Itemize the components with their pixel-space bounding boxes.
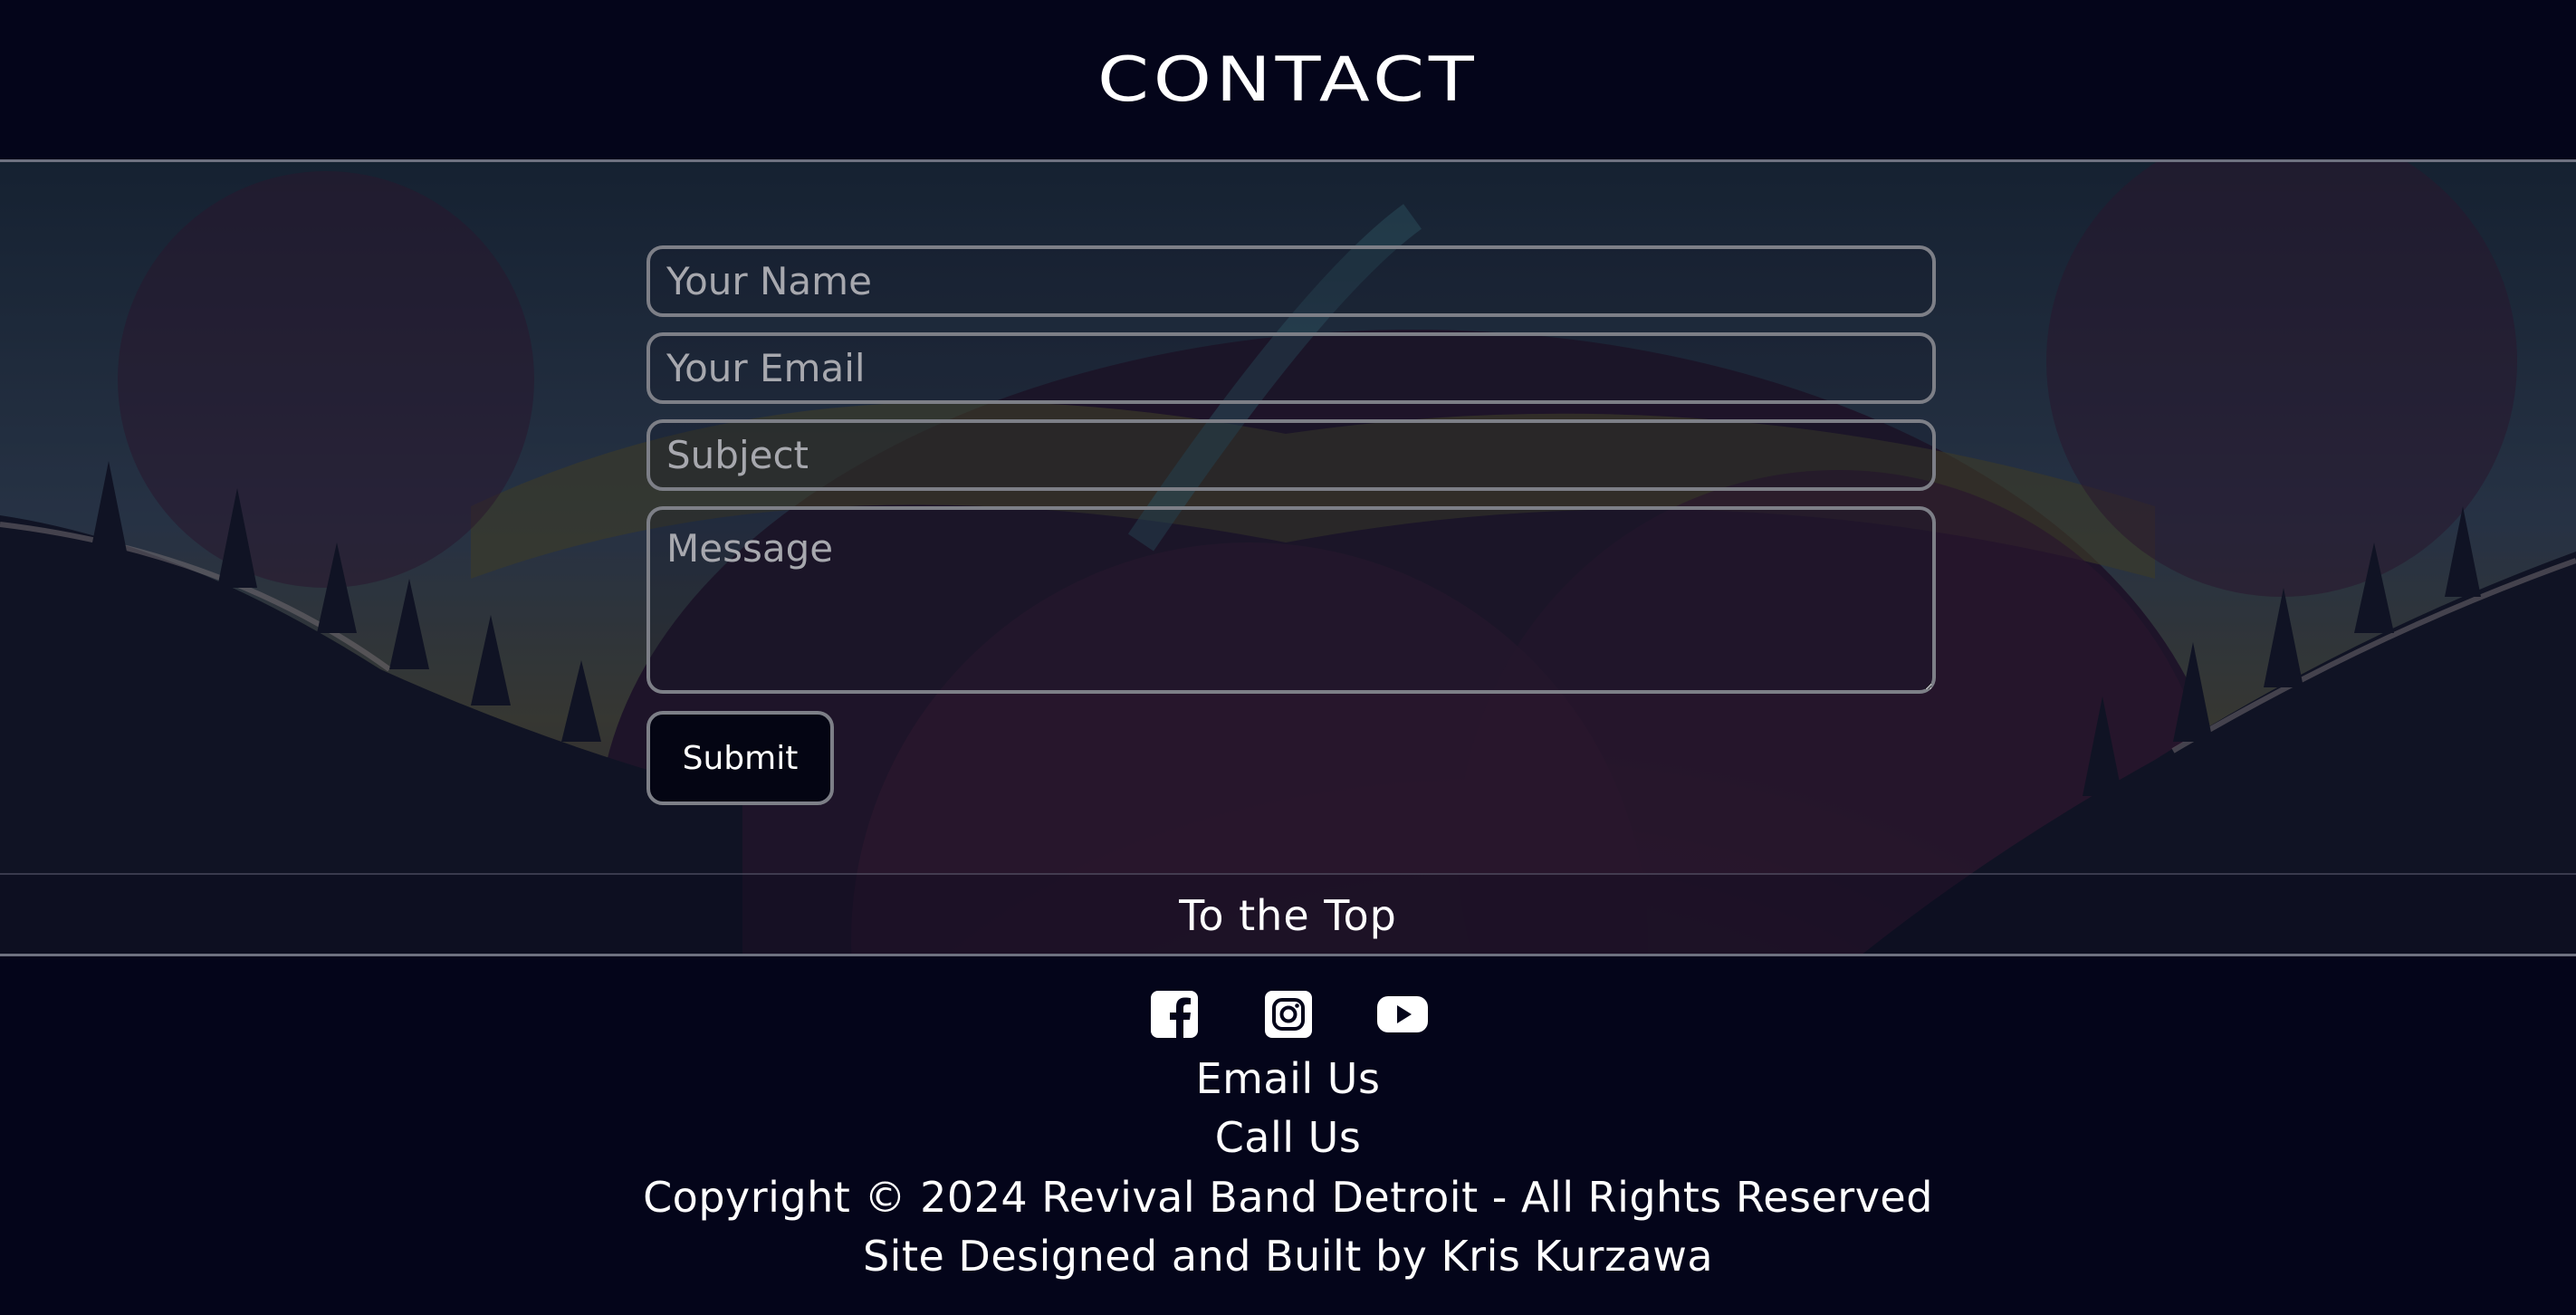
call-line: Call Us <box>0 1113 2576 1162</box>
to-top-bar: To the Top <box>0 873 2576 954</box>
credit-text: Site Designed and Built by Kris Kurzawa <box>862 1232 1714 1281</box>
facebook-link[interactable] <box>1149 989 1200 1043</box>
social-links <box>0 989 2576 1043</box>
contact-page: CONTACT Your Name Your Email Subject Mes… <box>0 0 2576 1315</box>
facebook-icon <box>1150 991 1198 1040</box>
page-header: CONTACT <box>0 0 2576 159</box>
copyright-text: Copyright © 2024 Revival Band Detroit - … <box>643 1173 1933 1222</box>
youtube-link[interactable] <box>1376 989 1428 1043</box>
call-us-link[interactable]: Call Us <box>1215 1113 1362 1162</box>
instagram-icon <box>1264 991 1312 1038</box>
youtube-icon <box>1376 996 1428 1032</box>
name-input[interactable] <box>646 245 1936 317</box>
message-textarea[interactable] <box>646 506 1936 694</box>
to-top-link[interactable]: To the Top <box>1179 891 1397 940</box>
email-line: Email Us <box>0 1054 2576 1103</box>
footer: Email Us Call Us Copyright © 2024 Reviva… <box>0 956 2576 1315</box>
page-title: CONTACT <box>1097 43 1479 116</box>
contact-form: Submit <box>646 245 1936 805</box>
instagram-link[interactable] <box>1263 989 1314 1043</box>
email-input[interactable] <box>646 332 1936 404</box>
subject-input[interactable] <box>646 419 1936 491</box>
submit-button[interactable]: Submit <box>646 711 834 805</box>
email-us-link[interactable]: Email Us <box>1196 1054 1381 1103</box>
contact-section: Submit To the Top <box>0 159 2576 956</box>
